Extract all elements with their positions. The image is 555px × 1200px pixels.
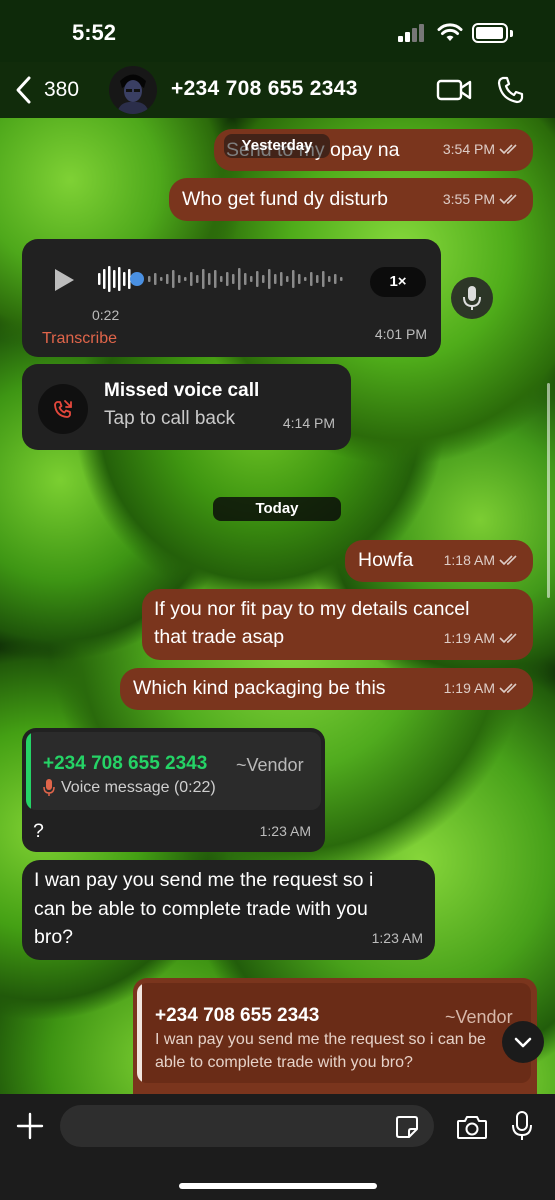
chat-header: 380 +234 708 655 2343 <box>0 62 555 118</box>
missed-call-bubble[interactable]: Missed voice call Tap to call back 4:14 … <box>22 364 351 450</box>
microphone-icon <box>43 779 55 796</box>
status-bar: 5:52 <box>0 0 555 62</box>
message-bubble-outgoing[interactable]: If you nor fit pay to my details cancel … <box>142 589 533 660</box>
read-receipt-icon <box>499 555 517 566</box>
message-text: Who get fund dy disturb <box>182 188 388 210</box>
missed-call-icon <box>54 400 72 418</box>
date-separator-today: Today <box>213 497 341 521</box>
quote-text-line: I wan pay you send me the request so i c… <box>155 1031 486 1048</box>
date-separator-yesterday: Yesterday <box>224 134 330 158</box>
message-meta: 3:54 PM <box>443 135 521 163</box>
avatar[interactable] <box>109 66 157 114</box>
sticker-icon[interactable] <box>394 1114 420 1140</box>
read-receipt-icon <box>499 683 517 694</box>
message-time: 1:23 AM <box>371 930 423 946</box>
wifi-icon <box>437 23 463 41</box>
message-text: ? <box>33 820 44 842</box>
message-meta: 1:23 AM <box>260 817 311 845</box>
video-camera-icon[interactable] <box>436 76 472 104</box>
camera-icon[interactable] <box>456 1114 488 1140</box>
quote-sender: +234 708 655 2343 <box>155 1005 320 1026</box>
voice-waveform[interactable] <box>98 264 348 294</box>
missed-call-subtitle: Tap to call back <box>104 408 235 429</box>
status-time: 5:52 <box>72 20 117 45</box>
message-meta: 1:19 AM <box>444 624 521 652</box>
microphone-icon[interactable] <box>510 1110 534 1142</box>
message-bubble-outgoing[interactable]: Who get fund dy disturb 3:55 PM <box>169 178 533 221</box>
message-time: 4:14 PM <box>282 415 335 431</box>
quote-sender: +234 708 655 2343 <box>43 753 208 774</box>
quote-accent-bar <box>137 983 142 1083</box>
message-meta: 3:55 PM <box>443 185 521 213</box>
message-time: 1:19 AM <box>443 680 495 696</box>
microphone-icon <box>463 286 481 310</box>
quote-sender-tag: ~Vendor <box>236 755 304 775</box>
message-time: 1:18 AM <box>443 552 495 568</box>
missed-call-title: Missed voice call <box>104 380 260 401</box>
message-bubble-outgoing[interactable]: Which kind packaging be this 1:19 AM <box>120 668 533 710</box>
quoted-message[interactable]: +234 708 655 2343 ~Vendor I wan pay you … <box>137 983 531 1083</box>
quote-text: Voice message (0:22) <box>61 779 216 796</box>
read-receipt-icon <box>499 633 517 644</box>
back-button[interactable]: 380 <box>14 74 79 106</box>
signal-icon <box>398 24 428 42</box>
message-text: Howfa <box>358 549 414 571</box>
scroll-to-bottom-button[interactable] <box>502 1021 544 1063</box>
message-time: 1:23 AM <box>259 823 311 839</box>
quote-accent-bar <box>26 732 31 810</box>
message-input[interactable] <box>60 1105 434 1147</box>
message-bubble-outgoing[interactable]: +234 708 655 2343 ~Vendor I wan pay you … <box>133 978 537 1094</box>
message-time: 1:19 AM <box>443 630 495 646</box>
battery-icon <box>472 23 514 43</box>
quoted-message[interactable]: +234 708 655 2343 ~Vendor Voice message … <box>26 732 321 810</box>
message-time: 3:55 PM <box>442 191 495 207</box>
message-bubble-incoming[interactable]: +234 708 655 2343 ~Vendor Voice message … <box>22 728 325 852</box>
message-bubble-incoming[interactable]: I wan pay you send me the request so i c… <box>22 860 435 960</box>
chevron-down-icon <box>514 1037 532 1048</box>
message-meta: 1:19 AM <box>444 674 521 702</box>
back-chevron-icon <box>16 76 31 104</box>
message-text-line: can be able to complete trade with you <box>34 898 368 920</box>
read-receipt-icon <box>499 194 517 205</box>
home-indicator <box>179 1183 377 1189</box>
message-text-line: bro? <box>34 926 74 948</box>
message-meta: 4:01 PM <box>375 320 427 348</box>
missed-call-icon-wrap <box>38 384 88 434</box>
unread-count: 380 <box>44 78 80 101</box>
message-meta: 4:14 PM <box>283 409 335 437</box>
message-text-line: that trade asap <box>154 626 285 648</box>
play-icon[interactable] <box>52 267 76 293</box>
message-text-line: I wan pay you send me the request so i <box>34 869 374 891</box>
voice-message-bubble[interactable]: 0:22 1× Transcribe 4:01 PM <box>22 239 441 357</box>
message-meta: 1:23 AM <box>372 924 423 952</box>
voice-progress-knob[interactable] <box>130 272 144 286</box>
scrollbar[interactable] <box>547 383 550 598</box>
plus-icon[interactable] <box>16 1112 44 1140</box>
message-text: Which kind packaging be this <box>133 677 386 699</box>
message-time: 4:01 PM <box>374 326 427 342</box>
contact-name[interactable]: +234 708 655 2343 <box>171 77 358 101</box>
message-meta: 1:18 AM <box>444 546 521 574</box>
message-time: 3:54 PM <box>442 141 495 157</box>
message-text-line: If you nor fit pay to my details cancel <box>154 598 470 620</box>
playback-speed-button[interactable]: 1× <box>370 267 426 297</box>
transcribe-link[interactable]: Transcribe <box>42 325 117 353</box>
message-bubble-outgoing[interactable]: Howfa 1:18 AM <box>345 540 533 582</box>
quote-text-line: able to complete trade with you bro? <box>155 1054 413 1071</box>
phone-icon[interactable] <box>496 75 526 105</box>
read-receipt-icon <box>499 144 517 155</box>
voice-source-mic <box>451 277 493 319</box>
